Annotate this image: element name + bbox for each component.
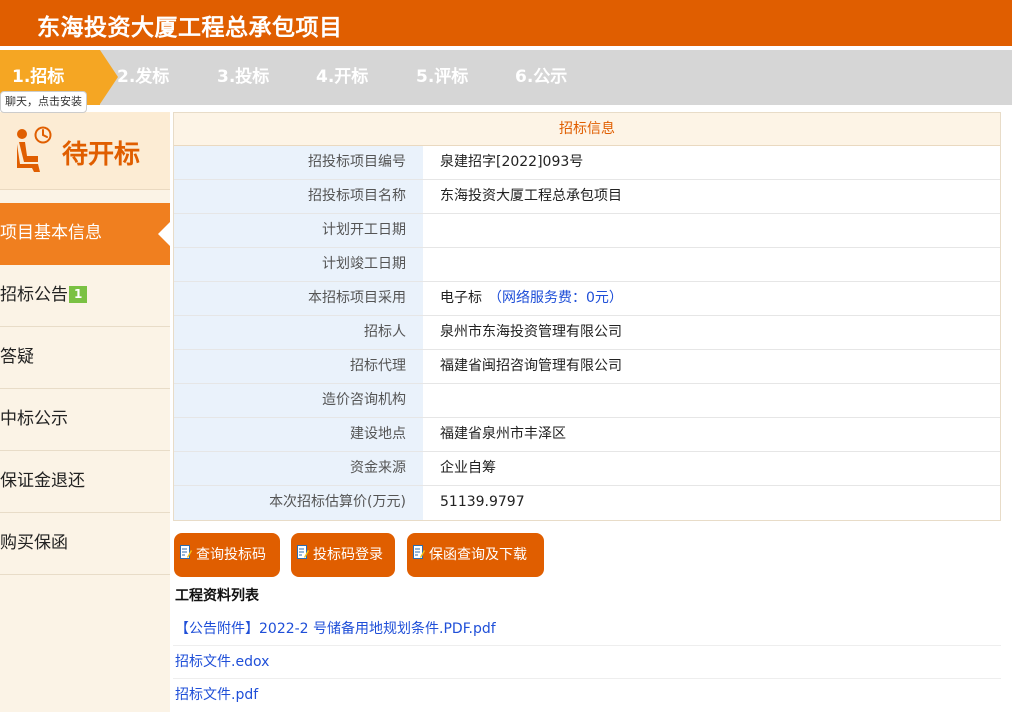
waiting-person-icon — [17, 126, 52, 172]
row-value: 企业自筹 — [440, 460, 496, 476]
row-label: 招投标项目编号 — [174, 146, 423, 179]
row-value: 电子标 （网络服务费：0元） — [423, 282, 1000, 315]
button-label: 保函查询及下载 — [429, 547, 527, 563]
row-label: 计划竣工日期 — [174, 248, 423, 281]
sidebar-item-label: 中标公示 — [0, 409, 68, 429]
sidebar-item-label: 保证金退还 — [0, 471, 85, 491]
progress-steps: 1.招标 2.发标 3.投标 4.开标 5.评标 6.公示 — [0, 50, 1012, 105]
row-label: 资金来源 — [174, 452, 423, 485]
sidebar: 待开标 项目基本信息 招标公告 1 答疑 中标公示 保证金退还 购买保函 — [0, 112, 170, 712]
table-row: 本次招标估算价(万元) 51139.9797 — [174, 486, 1000, 520]
row-label: 招标代理 — [174, 350, 423, 383]
row-label: 招投标项目名称 — [174, 180, 423, 213]
file-divider — [173, 678, 1001, 679]
service-fee-note: （网络服务费：0元） — [488, 290, 623, 306]
bid-code-login-button[interactable]: 投标码登录 — [291, 533, 395, 577]
button-label: 投标码登录 — [313, 547, 383, 563]
table-row: 建设地点 福建省泉州市丰泽区 — [174, 418, 1000, 452]
sidebar-item-project-info[interactable]: 项目基本信息 — [0, 203, 170, 265]
step-tender[interactable]: 3.投标 — [217, 50, 269, 105]
row-label: 计划开工日期 — [174, 214, 423, 247]
step-open[interactable]: 4.开标 — [316, 50, 368, 105]
sidebar-item-award-notice[interactable]: 中标公示 — [0, 389, 170, 451]
sidebar-item-deposit-refund[interactable]: 保证金退还 — [0, 451, 170, 513]
file-link-announcement-attachment[interactable]: 【公告附件】2022-2 号储备用地规划条件.PDF.pdf — [175, 618, 496, 638]
sidebar-item-label: 招标公告 — [0, 285, 68, 305]
row-value: 福建省泉州市丰泽区 — [440, 426, 566, 442]
guarantee-query-download-button[interactable]: 保函查询及下载 — [407, 533, 544, 577]
row-value: 51139.9797 — [440, 494, 525, 510]
sidebar-item-label: 项目基本信息 — [0, 223, 102, 243]
edit-document-icon — [297, 545, 309, 559]
row-value: 泉建招字[2022]093号 — [440, 154, 584, 170]
status-label: 待开标 — [62, 140, 141, 170]
page-title: 东海投资大厦工程总承包项目 — [37, 15, 343, 41]
step-active-arrow — [100, 50, 118, 104]
row-value: 东海投资大厦工程总承包项目 — [440, 188, 622, 204]
row-label: 招标人 — [174, 316, 423, 349]
file-link-bid-doc-pdf[interactable]: 招标文件.pdf — [175, 684, 258, 704]
edit-document-icon — [413, 545, 425, 559]
row-value — [423, 214, 1000, 247]
bid-info-table: 招标信息 招投标项目编号 泉建招字[2022]093号 招投标项目名称 东海投资… — [173, 112, 1001, 521]
step-publicize[interactable]: 6.公示 — [515, 50, 567, 105]
row-value: 泉州市东海投资管理有限公司 — [440, 324, 622, 340]
count-badge: 1 — [69, 286, 88, 303]
row-value — [423, 384, 1000, 417]
page-header: 东海投资大厦工程总承包项目 — [0, 0, 1012, 46]
bid-type-value: 电子标 — [440, 290, 482, 306]
file-list-title: 工程资料列表 — [175, 588, 259, 604]
install-tooltip[interactable]: 聊天，点击安装 — [0, 91, 87, 113]
table-row: 计划开工日期 — [174, 214, 1000, 248]
status-box: 待开标 — [0, 112, 170, 190]
sidebar-item-buy-guarantee[interactable]: 购买保函 — [0, 513, 170, 575]
row-value — [423, 248, 1000, 281]
sidebar-item-announcement[interactable]: 招标公告 1 — [0, 265, 170, 327]
row-label: 建设地点 — [174, 418, 423, 451]
sidebar-item-label: 购买保函 — [0, 533, 68, 553]
row-label: 造价咨询机构 — [174, 384, 423, 417]
sidebar-item-label: 答疑 — [0, 347, 34, 367]
table-row: 本招标项目采用 电子标 （网络服务费：0元） — [174, 282, 1000, 316]
row-label: 本招标项目采用 — [174, 282, 423, 315]
table-row: 招标人 泉州市东海投资管理有限公司 — [174, 316, 1000, 350]
file-divider — [173, 645, 1001, 646]
query-bid-code-button[interactable]: 查询投标码 — [174, 533, 280, 577]
table-title: 招标信息 — [174, 113, 1000, 146]
table-row: 招投标项目编号 泉建招字[2022]093号 — [174, 146, 1000, 180]
table-row: 资金来源 企业自筹 — [174, 452, 1000, 486]
table-row: 计划竣工日期 — [174, 248, 1000, 282]
table-row: 招标代理 福建省闽招咨询管理有限公司 — [174, 350, 1000, 384]
step-issue[interactable]: 2.发标 — [117, 50, 169, 105]
sidebar-item-qa[interactable]: 答疑 — [0, 327, 170, 389]
row-value: 福建省闽招咨询管理有限公司 — [440, 358, 622, 374]
file-link-bid-doc-edox[interactable]: 招标文件.edox — [175, 651, 269, 671]
row-label: 本次招标估算价(万元) — [174, 486, 423, 520]
active-caret-icon — [158, 222, 170, 246]
button-label: 查询投标码 — [196, 547, 266, 563]
table-row: 造价咨询机构 — [174, 384, 1000, 418]
step-evaluate[interactable]: 5.评标 — [416, 50, 468, 105]
table-row: 招投标项目名称 东海投资大厦工程总承包项目 — [174, 180, 1000, 214]
edit-document-icon — [180, 545, 192, 559]
